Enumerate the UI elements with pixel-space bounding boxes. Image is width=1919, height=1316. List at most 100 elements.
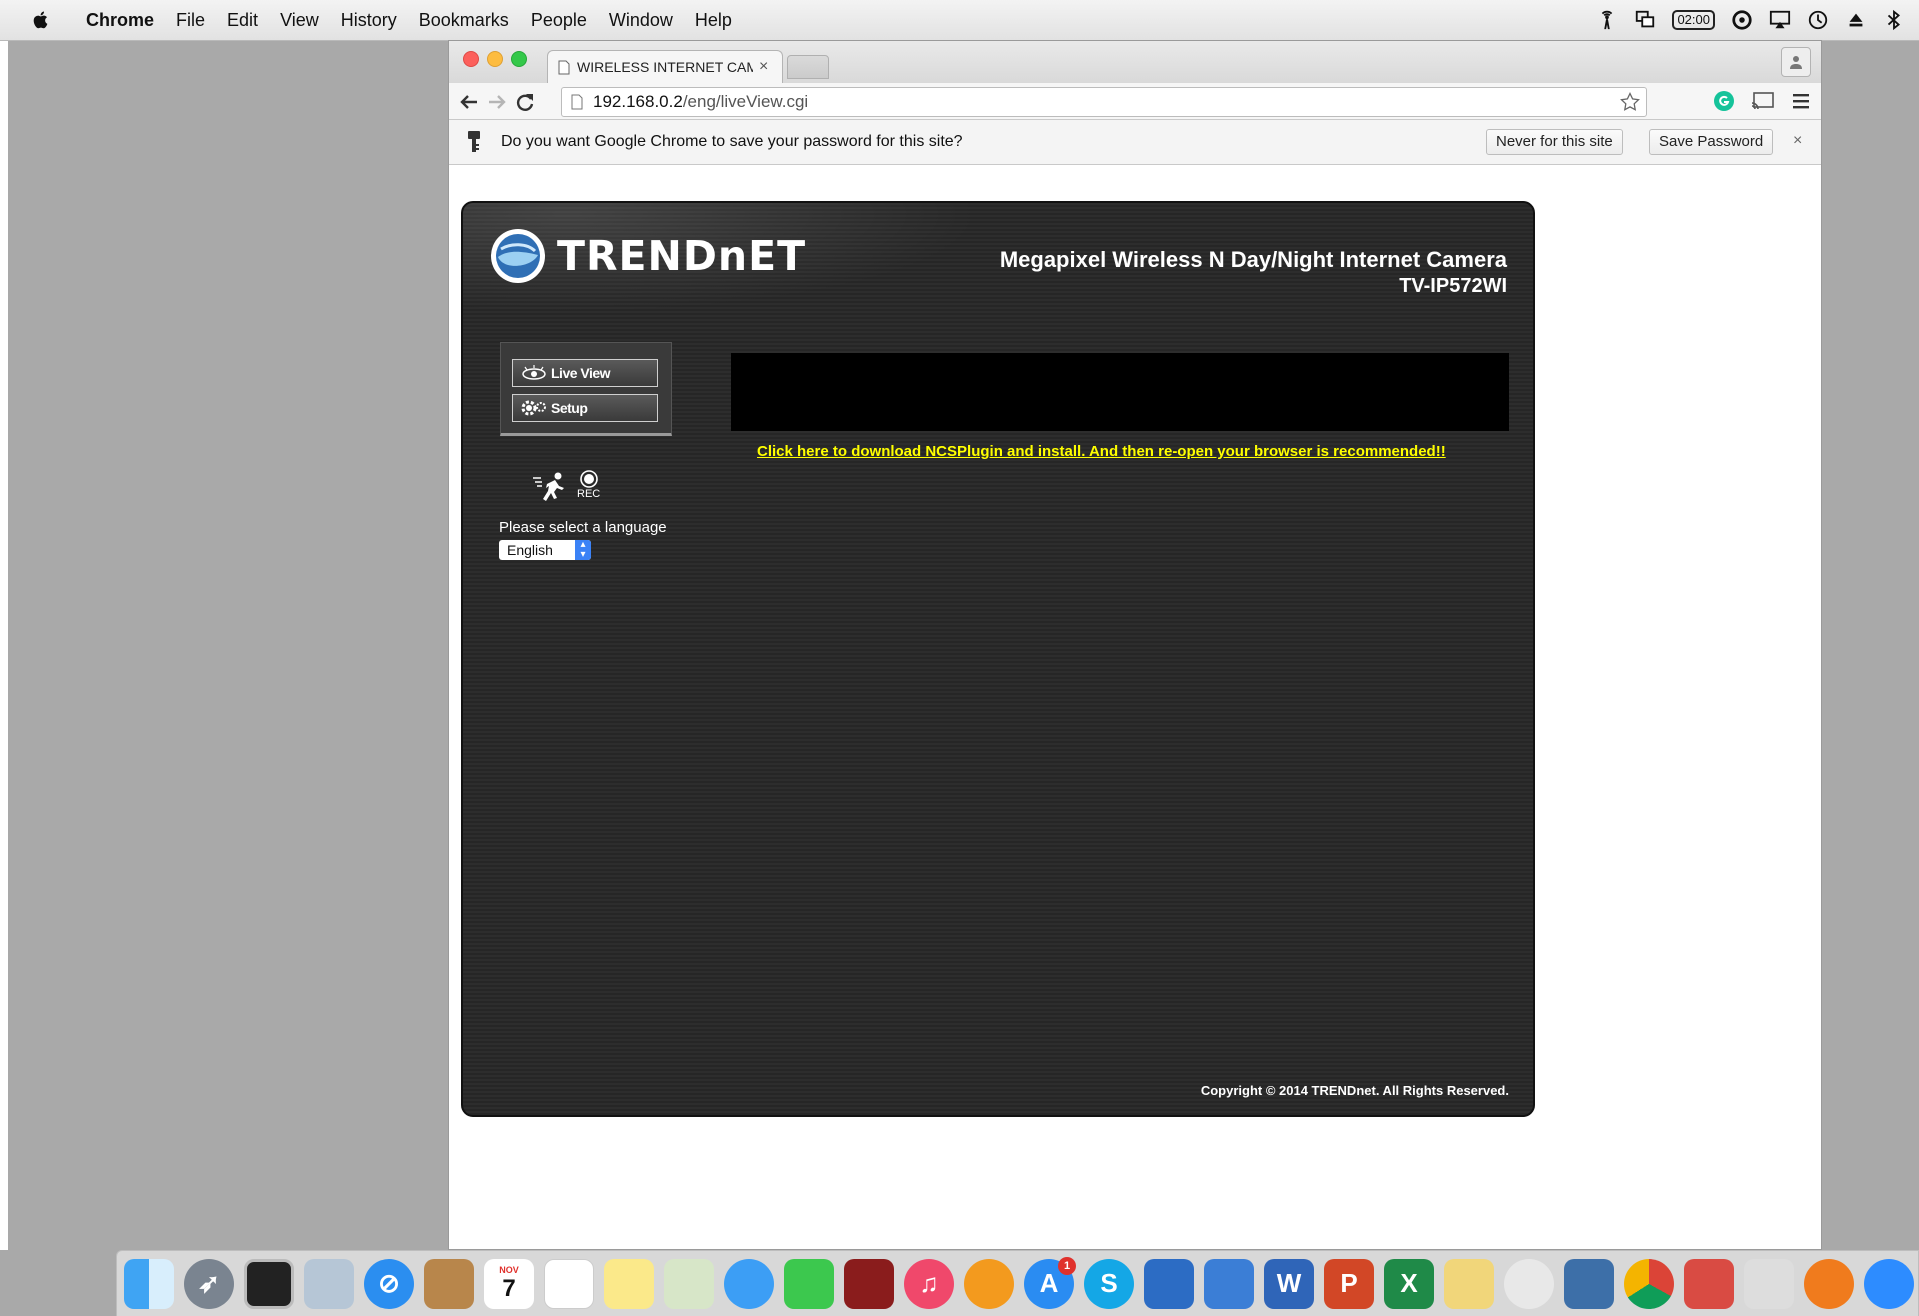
url-host: 192.168.0.2 — [593, 92, 683, 111]
textedit-icon[interactable] — [1444, 1258, 1494, 1309]
tab-title: WIRELESS INTERNET CAMERA — [577, 59, 753, 75]
trendnet-globe-icon — [491, 229, 545, 283]
photo-app-icon[interactable] — [844, 1258, 894, 1309]
battery-clock[interactable]: 02:00 — [1672, 10, 1715, 30]
camera-panel: TRENDnET Megapixel Wireless N Day/Night … — [461, 201, 1535, 1117]
gear-icon — [521, 400, 546, 416]
infobar-close-icon[interactable]: × — [1793, 132, 1802, 150]
download-plugin-link[interactable]: Click here to download NCSPlugin and ins… — [757, 443, 1446, 460]
nav-setup[interactable]: Setup — [512, 394, 658, 422]
launchpad-icon[interactable]: ➶ — [184, 1258, 234, 1309]
excel-icon[interactable]: X — [1384, 1258, 1434, 1309]
menu-people[interactable]: People — [531, 10, 587, 31]
forward-icon[interactable] — [486, 91, 508, 113]
window-minimize-button[interactable] — [487, 51, 503, 67]
contacts-icon[interactable] — [424, 1258, 474, 1309]
window-close-button[interactable] — [463, 51, 479, 67]
menu-bookmarks[interactable]: Bookmarks — [419, 10, 509, 31]
eject-icon[interactable] — [1845, 9, 1867, 31]
record-button[interactable]: REC — [577, 470, 600, 500]
browser-toolbar: 192.168.0.2/eng/liveView.cgi — [449, 83, 1821, 120]
word-icon[interactable]: W — [1264, 1258, 1314, 1309]
firefox-icon[interactable] — [1804, 1258, 1854, 1309]
chrome-icon[interactable] — [1624, 1258, 1674, 1309]
nav-live-view[interactable]: Live View — [512, 359, 658, 387]
menu-window[interactable]: Window — [609, 10, 673, 31]
itunes-icon[interactable]: ♫ — [904, 1258, 954, 1309]
bookmark-star-icon[interactable] — [1620, 92, 1640, 112]
trendnet-logo[interactable]: TRENDnET — [489, 227, 806, 285]
camera-description: Megapixel Wireless N Day/Night Internet … — [999, 247, 1507, 272]
language-prompt: Please select a language — [499, 519, 667, 536]
menu-file[interactable]: File — [176, 10, 205, 31]
desktop-edge — [0, 41, 8, 1253]
messages-icon[interactable] — [724, 1258, 774, 1309]
parallels-icon[interactable] — [1204, 1258, 1254, 1309]
language-select[interactable]: English ▴ ▾ — [499, 540, 591, 560]
nav-live-view-label: Live View — [551, 365, 611, 381]
reload-icon[interactable] — [514, 91, 536, 113]
virtualbox-icon[interactable] — [1564, 1258, 1614, 1309]
camera-model: TV-IP572WI — [1399, 275, 1507, 297]
skype-icon[interactable]: S — [1084, 1258, 1134, 1309]
page-icon — [558, 60, 570, 74]
cast-icon[interactable] — [1751, 91, 1775, 111]
photo-booth-icon[interactable] — [664, 1258, 714, 1309]
bluetooth-icon[interactable] — [1883, 9, 1905, 31]
screens-icon[interactable] — [1634, 9, 1656, 31]
safari-icon[interactable]: ⊘ — [364, 1258, 414, 1309]
live-video-area[interactable] — [731, 353, 1509, 431]
preview-icon[interactable] — [304, 1258, 354, 1309]
screen-sharing-icon[interactable] — [1684, 1258, 1734, 1309]
reminders-icon[interactable] — [544, 1258, 594, 1309]
powerpoint-icon[interactable]: P — [1324, 1258, 1374, 1309]
new-tab-button[interactable] — [787, 55, 829, 79]
airplay-icon[interactable] — [1769, 9, 1791, 31]
menu-history[interactable]: History — [341, 10, 397, 31]
photos-icon[interactable] — [1504, 1258, 1554, 1309]
zoom-icon[interactable] — [1864, 1258, 1914, 1309]
profile-button[interactable] — [1781, 47, 1811, 77]
menu-edit[interactable]: Edit — [227, 10, 258, 31]
tab-close-icon[interactable]: × — [759, 58, 768, 76]
dock: ➶ ⊘ NOV 7 ♫ A1 S W P X — [116, 1250, 1919, 1316]
time-machine-icon[interactable] — [1807, 9, 1829, 31]
chevron-updown-icon: ▴ ▾ — [575, 540, 591, 560]
menu-help[interactable]: Help — [695, 10, 732, 31]
mission-control-icon[interactable] — [244, 1258, 294, 1309]
facetime-icon[interactable] — [784, 1258, 834, 1309]
calendar-icon[interactable]: NOV 7 — [484, 1258, 534, 1309]
app-store-badge: 1 — [1058, 1256, 1076, 1275]
menu-view[interactable]: View — [280, 10, 319, 31]
back-icon[interactable] — [458, 91, 480, 113]
macos-menu-bar: Chrome File Edit View History Bookmarks … — [0, 0, 1919, 41]
grammarly-extension-icon[interactable] — [1713, 90, 1735, 112]
tab-camera[interactable]: WIRELESS INTERNET CAMERA × — [547, 50, 783, 83]
window-zoom-button[interactable] — [511, 51, 527, 67]
apple-icon[interactable] — [30, 9, 52, 31]
finder-icon[interactable] — [124, 1258, 174, 1309]
infobar-message: Do you want Google Chrome to save your p… — [501, 133, 963, 150]
calendar-day: 7 — [502, 1274, 516, 1302]
wifi-tower-icon[interactable] — [1596, 9, 1618, 31]
language-selected: English — [507, 542, 553, 558]
save-password-button[interactable]: Save Password — [1649, 129, 1774, 155]
notes-icon[interactable] — [604, 1258, 654, 1309]
chrome-menu-icon[interactable] — [1792, 92, 1810, 110]
ibooks-icon[interactable] — [964, 1258, 1014, 1309]
address-bar[interactable]: 192.168.0.2/eng/liveView.cgi — [561, 87, 1647, 117]
calendar-month: NOV — [499, 1264, 519, 1275]
never-for-this-site-button[interactable]: Never for this site — [1486, 129, 1623, 155]
rec-label: REC — [577, 488, 601, 500]
app-store-icon[interactable]: A1 — [1024, 1256, 1076, 1309]
menu-chrome[interactable]: Chrome — [86, 10, 154, 31]
tab-strip: WIRELESS INTERNET CAMERA × — [449, 41, 1821, 83]
brand-name: TRENDnET — [557, 232, 807, 280]
screenshot-icon[interactable] — [1744, 1258, 1794, 1309]
grammarly-tray-icon[interactable] — [1731, 9, 1753, 31]
camera-nav: Live View Setup — [500, 342, 672, 436]
record-icon — [579, 470, 598, 488]
motion-detection-icon[interactable] — [531, 470, 569, 504]
remote-desktop-icon[interactable] — [1144, 1258, 1194, 1309]
page-info-icon[interactable] — [571, 94, 583, 110]
